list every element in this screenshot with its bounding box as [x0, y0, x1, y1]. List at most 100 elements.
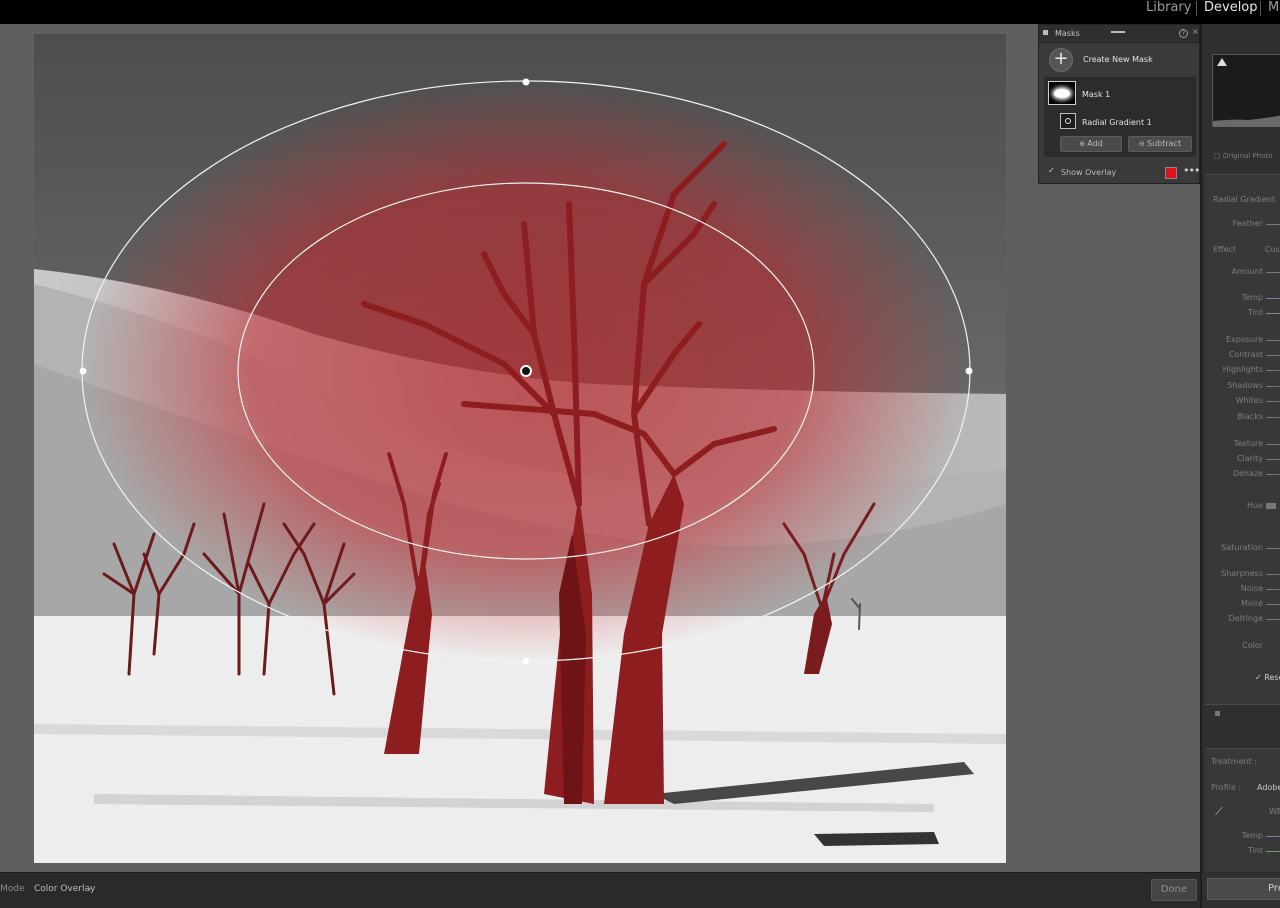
saturation-slider[interactable] — [1266, 548, 1280, 549]
handle-left[interactable] — [79, 367, 87, 375]
temp-slider-basic[interactable] — [1266, 836, 1280, 837]
saturation-label: Saturation — [1221, 543, 1263, 552]
tint-label: Tint — [1247, 308, 1263, 317]
plus-icon: + — [1049, 48, 1073, 72]
moire-slider[interactable] — [1266, 604, 1280, 605]
whites-slider[interactable] — [1266, 401, 1280, 402]
blacks-slider[interactable] — [1266, 417, 1280, 418]
module-divider — [1260, 1, 1261, 16]
noise-label: Noise — [1240, 584, 1263, 593]
mask-adjustments-section: Radial Gradient Feather Effect Custom Am… — [1205, 174, 1280, 704]
photo-preview[interactable] — [34, 34, 1006, 863]
overlay-mode-select[interactable]: Color Overlay — [34, 884, 95, 894]
profile-select[interactable]: Adobe Color — [1257, 783, 1280, 792]
shadows-slider[interactable] — [1266, 386, 1280, 387]
previous-button[interactable]: Previous — [1207, 878, 1280, 900]
chevron-down-icon[interactable]: ▾ — [88, 886, 91, 893]
show-overlay-label: Show Overlay — [1061, 168, 1117, 177]
hue-label: Hue — [1246, 501, 1263, 510]
exposure-label: Exposure — [1225, 335, 1263, 344]
create-new-mask-button[interactable]: + Create New Mask — [1047, 47, 1197, 73]
histogram[interactable] — [1212, 54, 1280, 127]
dehaze-label: Dehaze — [1232, 469, 1263, 478]
mask-color-overlay — [34, 34, 1006, 863]
histogram-curve — [1213, 115, 1280, 127]
bottom-toolbar: Mode Color Overlay ▾ Done — [0, 872, 1200, 908]
mask-thumbnail — [1048, 81, 1076, 105]
lightroom-window: Library Develop Map — [0, 0, 1280, 908]
tint-slider-basic[interactable] — [1266, 851, 1280, 852]
panel-grip-icon — [1043, 30, 1048, 35]
radial-gradient-icon — [1060, 113, 1076, 129]
feather-label: Feather — [1232, 219, 1263, 228]
help-icon[interactable]: ? — [1179, 29, 1188, 38]
mask-component-label: Radial Gradient 1 — [1082, 118, 1152, 127]
highlights-slider[interactable] — [1266, 370, 1280, 371]
amount-slider[interactable] — [1266, 272, 1280, 273]
treatment-label: Treatment : — [1211, 757, 1257, 766]
masks-panel-header[interactable]: Masks ? × — [1039, 25, 1199, 43]
defringe-slider[interactable] — [1266, 619, 1280, 620]
highlights-label: Highlights — [1222, 365, 1263, 374]
subtract-from-mask-button[interactable]: ⊖ Subtract — [1128, 136, 1192, 152]
collapse-bar-icon[interactable] — [1111, 31, 1125, 33]
original-photo-toggle[interactable]: □ Original Photo — [1214, 152, 1272, 160]
hue-slider[interactable] — [1266, 503, 1276, 509]
mask-item-mask-1[interactable]: Mask 1 — [1044, 77, 1196, 109]
sharpness-label: Sharpness — [1221, 569, 1263, 578]
temp-label: Temp — [1241, 293, 1263, 302]
feather-slider[interactable] — [1266, 224, 1280, 225]
close-icon[interactable]: × — [1192, 27, 1199, 36]
sharpness-slider[interactable] — [1266, 574, 1280, 575]
handle-bottom[interactable] — [522, 657, 530, 665]
module-picker: Library Develop Map — [0, 0, 1280, 24]
show-overlay-row: ✓ Show Overlay ••• — [1045, 164, 1200, 181]
done-button[interactable]: Done — [1151, 879, 1197, 901]
amount-label: Amount — [1231, 267, 1263, 276]
noise-slider[interactable] — [1266, 589, 1280, 590]
color-label: Color — [1242, 641, 1263, 650]
add-to-mask-button[interactable]: ⊕ Add — [1060, 136, 1122, 152]
contrast-slider[interactable] — [1266, 355, 1280, 356]
basic-section: Treatment : Profile : Adobe Color ⟋ WB T… — [1205, 748, 1280, 872]
tint-slider[interactable] — [1266, 313, 1280, 314]
section-title: Radial Gradient — [1213, 195, 1276, 204]
contrast-label: Contrast — [1228, 350, 1263, 359]
photo-image[interactable] — [34, 34, 1006, 863]
white-balance-picker-icon[interactable]: ⟋ — [1215, 805, 1223, 819]
effect-label: Effect — [1213, 245, 1237, 254]
handle-top[interactable] — [522, 78, 530, 86]
reset-sliders-checkbox[interactable]: ✓ Reset Sliders — [1255, 673, 1280, 682]
exposure-slider[interactable] — [1266, 340, 1280, 341]
masks-panel: Masks ? × + Create New Mask Mask 1 Radia… — [1038, 24, 1200, 184]
shadows-label: Shadows — [1227, 381, 1263, 390]
whites-label: Whites — [1235, 396, 1263, 405]
mask-center-pin[interactable] — [520, 365, 532, 377]
masks-panel-title: Masks — [1055, 29, 1080, 38]
handle-right[interactable] — [965, 367, 973, 375]
dehaze-slider[interactable] — [1266, 474, 1280, 475]
mask-item-label: Mask 1 — [1082, 90, 1111, 99]
wb-label: WB — [1269, 807, 1280, 816]
create-new-mask-label: Create New Mask — [1083, 55, 1153, 64]
clarity-slider[interactable] — [1266, 459, 1280, 460]
temp-slider[interactable] — [1266, 298, 1280, 299]
develop-right-panel: □ Original Photo Radial Gradient Feather… — [1200, 24, 1280, 908]
module-develop[interactable]: Develop — [1204, 0, 1258, 24]
more-options-icon[interactable]: ••• — [1183, 164, 1200, 177]
subtract-icon: ⊖ — [1138, 140, 1147, 148]
module-divider — [1196, 1, 1197, 16]
image-canvas[interactable] — [0, 24, 1200, 872]
show-overlay-checkbox[interactable]: ✓ — [1048, 166, 1055, 175]
blacks-label: Blacks — [1237, 412, 1263, 421]
panel-end-icon — [1215, 711, 1220, 716]
module-library[interactable]: Library — [1146, 0, 1191, 24]
defringe-label: Defringe — [1228, 614, 1263, 623]
overlay-color-swatch[interactable] — [1165, 167, 1177, 179]
effect-preset-select[interactable]: Custom — [1265, 245, 1280, 254]
temp-label-basic: Temp — [1241, 831, 1263, 840]
mask-component-radial-gradient[interactable]: Radial Gradient 1 — [1044, 111, 1196, 133]
texture-slider[interactable] — [1266, 444, 1280, 445]
texture-label: Texture — [1233, 439, 1263, 448]
module-map[interactable]: Map — [1268, 0, 1280, 24]
